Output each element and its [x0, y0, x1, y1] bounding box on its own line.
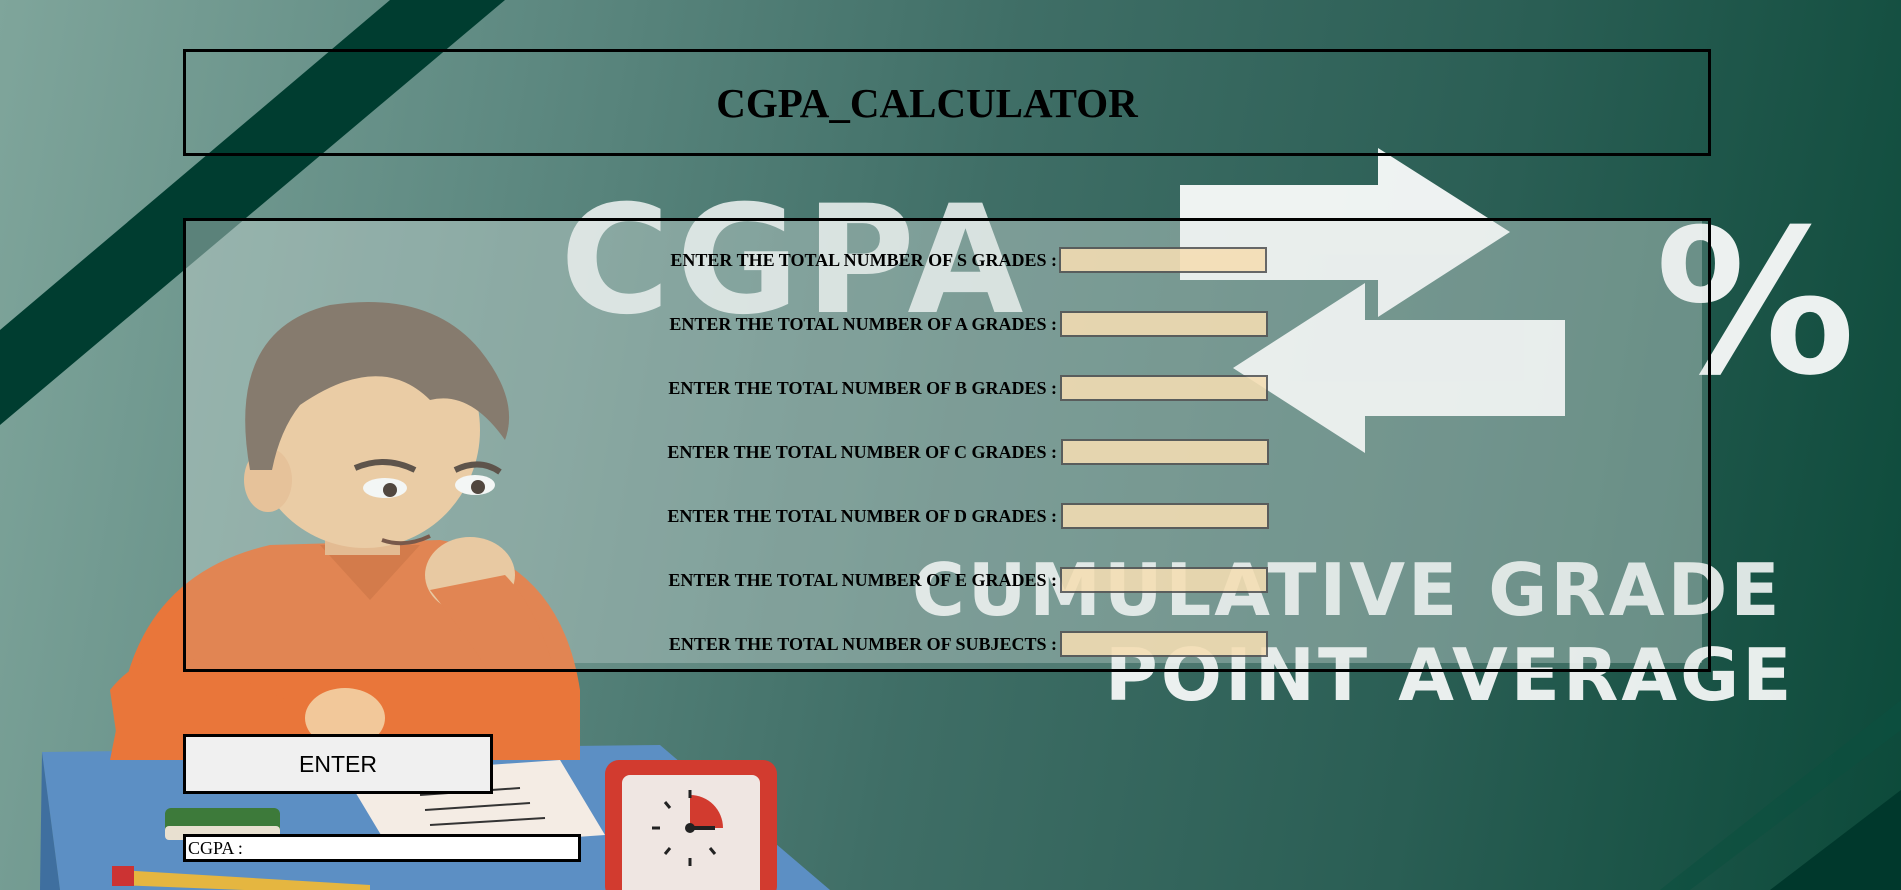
form-row-s-grades: ENTER THE TOTAL NUMBER OF S GRADES :: [186, 247, 1708, 273]
form-row-subjects: ENTER THE TOTAL NUMBER OF SUBJECTS :: [186, 631, 1708, 657]
subjects-input[interactable]: [1060, 631, 1268, 657]
c-grades-input[interactable]: [1061, 439, 1269, 465]
enter-button[interactable]: ENTER: [183, 734, 493, 794]
d-grades-label: ENTER THE TOTAL NUMBER OF D GRADES :: [667, 506, 1057, 526]
form-row-c-grades: ENTER THE TOTAL NUMBER OF C GRADES :: [186, 439, 1708, 465]
e-grades-input[interactable]: [1060, 567, 1268, 593]
form-row-a-grades: ENTER THE TOTAL NUMBER OF A GRADES :: [186, 311, 1708, 337]
form-row-b-grades: ENTER THE TOTAL NUMBER OF B GRADES :: [186, 375, 1708, 401]
form-row-e-grades: ENTER THE TOTAL NUMBER OF E GRADES :: [186, 567, 1708, 593]
e-grades-label: ENTER THE TOTAL NUMBER OF E GRADES :: [668, 570, 1057, 590]
cgpa-result-field: CGPA :: [183, 834, 581, 862]
d-grades-input[interactable]: [1061, 503, 1269, 529]
title-bar: CGPA_CALCULATOR: [183, 49, 1711, 156]
grade-input-form: ENTER THE TOTAL NUMBER OF S GRADES : ENT…: [183, 218, 1711, 672]
a-grades-label: ENTER THE TOTAL NUMBER OF A GRADES :: [669, 314, 1057, 334]
b-grades-input[interactable]: [1060, 375, 1268, 401]
a-grades-input[interactable]: [1060, 311, 1268, 337]
subjects-label: ENTER THE TOTAL NUMBER OF SUBJECTS :: [668, 634, 1057, 654]
s-grades-input[interactable]: [1059, 247, 1267, 273]
cgpa-result-label: CGPA :: [188, 838, 243, 858]
page-title: CGPA_CALCULATOR: [716, 79, 1138, 126]
clock-icon: [605, 760, 777, 890]
s-grades-label: ENTER THE TOTAL NUMBER OF S GRADES :: [670, 250, 1057, 270]
b-grades-label: ENTER THE TOTAL NUMBER OF B GRADES :: [668, 378, 1057, 398]
c-grades-label: ENTER THE TOTAL NUMBER OF C GRADES :: [667, 442, 1057, 462]
form-row-d-grades: ENTER THE TOTAL NUMBER OF D GRADES :: [186, 503, 1708, 529]
